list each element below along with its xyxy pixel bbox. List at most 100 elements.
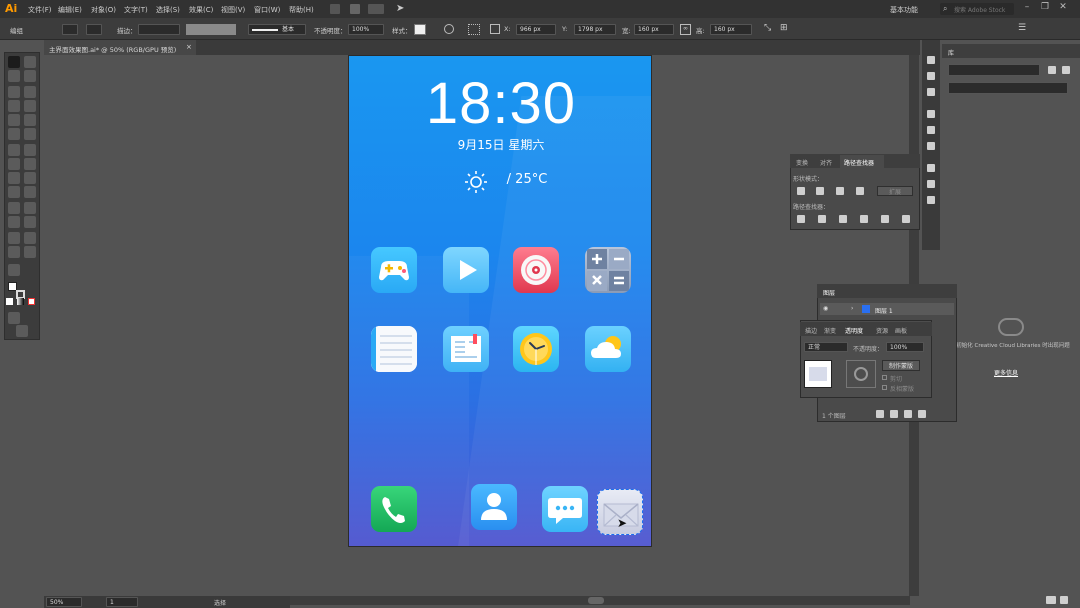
- artwork-thumbnail[interactable]: [804, 360, 832, 388]
- stock-search-input[interactable]: 搜索 Adobe Stock: [940, 3, 1014, 15]
- menu-help[interactable]: 帮助(H): [289, 5, 314, 15]
- trim-icon[interactable]: [818, 215, 826, 223]
- panel-menu-icon[interactable]: ☰: [1018, 23, 1026, 33]
- slice-tool-icon[interactable]: [24, 232, 36, 244]
- stroke-swatch[interactable]: [86, 24, 102, 35]
- shaper-tool-icon[interactable]: [8, 128, 20, 140]
- weather-app-icon[interactable]: [585, 326, 631, 372]
- constrain-proportions-icon[interactable]: ∞: [680, 24, 691, 35]
- zoom-tool-icon[interactable]: [24, 246, 36, 258]
- library-select[interactable]: [948, 64, 1040, 76]
- transform-icon[interactable]: ⤡: [764, 23, 771, 33]
- workspace-switcher[interactable]: 基本功能: [890, 5, 918, 15]
- align-to-selection-icon[interactable]: [468, 24, 480, 35]
- draw-mode-icon[interactable]: [8, 312, 20, 324]
- unite-icon[interactable]: [797, 187, 805, 195]
- graphic-style-swatch[interactable]: [414, 24, 426, 35]
- music-app-icon[interactable]: [513, 247, 559, 293]
- divide-icon[interactable]: [797, 215, 805, 223]
- make-clipping-mask-icon[interactable]: [890, 410, 898, 418]
- notes-app-icon[interactable]: [371, 326, 417, 372]
- opacity-input[interactable]: 100%: [348, 24, 384, 35]
- list-view-icon[interactable]: [1062, 66, 1070, 74]
- pathfinder-panel-icon[interactable]: [927, 196, 935, 204]
- locate-object-icon[interactable]: [876, 410, 884, 418]
- recolor-artwork-icon[interactable]: [444, 24, 454, 34]
- eyedropper-tool-icon[interactable]: [8, 202, 20, 214]
- symbol-sprayer-tool-icon[interactable]: [8, 216, 20, 228]
- menu-type[interactable]: 文字(T): [124, 5, 148, 15]
- y-position-input[interactable]: 1798 px: [574, 24, 616, 35]
- menu-effect[interactable]: 效果(C): [189, 5, 213, 15]
- brushes-panel-icon[interactable]: [927, 126, 935, 134]
- minimize-icon[interactable]: –: [1020, 2, 1034, 14]
- horizontal-scroll-thumb[interactable]: [588, 597, 604, 604]
- align-panel-icon[interactable]: [927, 164, 935, 172]
- hand-tool-icon[interactable]: [8, 246, 20, 258]
- paintbrush-tool-icon[interactable]: [24, 114, 36, 126]
- color-panel-icon[interactable]: [927, 88, 935, 96]
- video-app-icon[interactable]: [443, 247, 489, 293]
- tab-assets[interactable]: 资源: [876, 326, 888, 335]
- exclude-icon[interactable]: [856, 187, 864, 195]
- minus-front-icon[interactable]: [816, 187, 824, 195]
- tab-transparency[interactable]: 透明度: [845, 326, 863, 335]
- invert-mask-checkbox[interactable]: [882, 385, 887, 390]
- perspective-grid-tool-icon[interactable]: [24, 172, 36, 184]
- warp-tool-icon[interactable]: [8, 158, 20, 170]
- contacts-app-icon[interactable]: [471, 484, 517, 530]
- delete-library-icon[interactable]: [1060, 596, 1068, 604]
- symbols-panel-icon[interactable]: [927, 142, 935, 150]
- reference-point-icon[interactable]: [490, 24, 500, 34]
- grid-view-icon[interactable]: [1048, 66, 1056, 74]
- variable-width-profile[interactable]: [186, 24, 236, 35]
- arrange-documents-icon[interactable]: [368, 4, 384, 14]
- intersect-icon[interactable]: [836, 187, 844, 195]
- swatches-panel-icon[interactable]: [927, 110, 935, 118]
- blend-tool-icon[interactable]: [24, 202, 36, 214]
- visibility-eye-icon[interactable]: ◉: [823, 305, 828, 312]
- properties-panel-icon[interactable]: [927, 56, 935, 64]
- messages-app-icon[interactable]: [542, 486, 588, 532]
- isolate-group-icon[interactable]: ⊞: [780, 23, 788, 33]
- blend-mode-select[interactable]: 正常: [804, 342, 848, 352]
- pen-tool-icon[interactable]: [8, 86, 20, 98]
- screen-mode-icon[interactable]: [16, 325, 28, 337]
- line-tool-icon[interactable]: [24, 100, 36, 112]
- tab-gradient[interactable]: 渐变: [824, 326, 836, 335]
- new-layer-icon[interactable]: [918, 410, 926, 418]
- curvature-tool-icon[interactable]: [24, 86, 36, 98]
- bridge-icon[interactable]: [330, 4, 340, 14]
- brush-definition-select[interactable]: 基本: [248, 24, 306, 35]
- clock-app-icon[interactable]: [513, 326, 559, 372]
- color-mode-icon[interactable]: [6, 298, 13, 305]
- menu-file[interactable]: 文件(F): [28, 5, 52, 15]
- scale-tool-icon[interactable]: [24, 144, 36, 156]
- opacity-mask-thumbnail[interactable]: [846, 360, 876, 388]
- magic-wand-tool-icon[interactable]: [8, 70, 20, 82]
- tab-align[interactable]: 对齐: [820, 158, 832, 167]
- rectangle-tool-icon[interactable]: [8, 114, 20, 126]
- minus-back-icon[interactable]: [902, 215, 910, 223]
- none-mode-icon[interactable]: [28, 298, 35, 305]
- libraries-panel-icon[interactable]: [927, 72, 935, 80]
- expand-layer-icon[interactable]: ›: [851, 305, 853, 312]
- stock-icon[interactable]: [350, 4, 360, 14]
- height-input[interactable]: 160 px: [710, 24, 752, 35]
- mesh-tool-icon[interactable]: [8, 186, 20, 198]
- layer-name[interactable]: 图层 1: [875, 306, 893, 315]
- library-search-input[interactable]: [948, 82, 1068, 94]
- rotate-tool-icon[interactable]: [8, 144, 20, 156]
- clip-checkbox[interactable]: [882, 375, 887, 380]
- expand-button[interactable]: 扩展: [877, 186, 913, 196]
- tab-pathfinder-active[interactable]: 路径查找器: [840, 155, 884, 168]
- merge-icon[interactable]: [839, 215, 847, 223]
- layers-panel-icon[interactable]: [927, 180, 935, 188]
- new-sublayer-icon[interactable]: [904, 410, 912, 418]
- eraser-tool-icon[interactable]: [24, 128, 36, 140]
- zoom-level-select[interactable]: 50%: [46, 597, 82, 607]
- edit-toolbar-icon[interactable]: [8, 264, 20, 276]
- crop-icon[interactable]: [860, 215, 868, 223]
- artboard-tool-icon[interactable]: [8, 232, 20, 244]
- width-input[interactable]: 160 px: [634, 24, 674, 35]
